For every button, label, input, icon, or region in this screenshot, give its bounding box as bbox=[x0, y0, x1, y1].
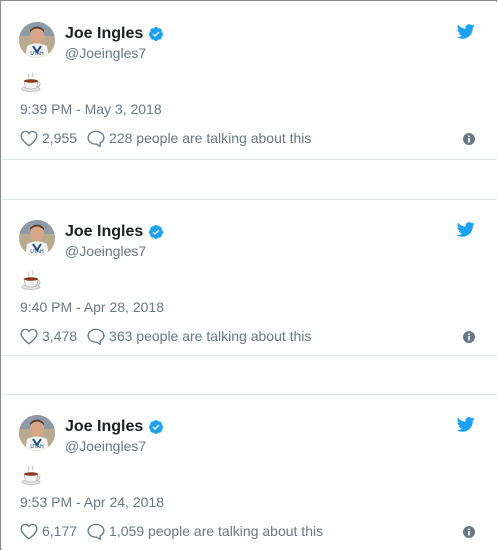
svg-text:UTAH: UTAH bbox=[30, 444, 44, 450]
author-handle[interactable]: @Joeingles7 bbox=[65, 243, 146, 259]
author-name[interactable]: Joe Ingles bbox=[65, 418, 143, 436]
tweet-actions: 6,177 1,059 people are talking about thi… bbox=[20, 521, 323, 541]
like-count: 6,177 bbox=[42, 523, 78, 539]
tweet-timestamp[interactable]: 9:53 PM - Apr 24, 2018 bbox=[20, 494, 164, 510]
speech-bubble-icon bbox=[87, 328, 105, 345]
tweet-actions: 3,478 363 people are talking about this bbox=[20, 326, 311, 346]
author-name[interactable]: Joe Ingles bbox=[65, 25, 143, 43]
tweet-timestamp[interactable]: 9:39 PM - May 3, 2018 bbox=[20, 101, 162, 117]
coffee-cup-emoji bbox=[20, 269, 42, 291]
talking-count: 228 people are talking about this bbox=[109, 130, 312, 146]
speech-bubble-icon bbox=[87, 130, 105, 147]
like-count: 3,478 bbox=[42, 328, 78, 344]
author-name-row[interactable]: Joe Ingles bbox=[65, 417, 164, 437]
heart-icon bbox=[20, 523, 38, 540]
coffee-cup-emoji bbox=[20, 71, 42, 93]
tweet-embed-frame: UTAH Joe Ingles @Joeingles7 9:39 PM - Ma… bbox=[0, 0, 497, 550]
like-button[interactable]: 2,955 bbox=[20, 130, 77, 147]
twitter-bird-icon[interactable] bbox=[456, 222, 475, 237]
coffee-cup-emoji bbox=[20, 464, 42, 486]
svg-text:UTAH: UTAH bbox=[30, 249, 44, 255]
talking-count: 363 people are talking about this bbox=[109, 328, 312, 344]
author-name-row[interactable]: Joe Ingles bbox=[65, 222, 164, 242]
author-handle[interactable]: @Joeingles7 bbox=[65, 45, 146, 61]
verified-badge-icon bbox=[148, 224, 164, 240]
author-name-row[interactable]: Joe Ingles bbox=[65, 24, 164, 44]
like-count: 2,955 bbox=[42, 130, 78, 146]
verified-badge-icon bbox=[148, 419, 164, 435]
svg-text:UTAH: UTAH bbox=[30, 51, 44, 57]
info-icon[interactable] bbox=[463, 525, 475, 538]
avatar[interactable]: UTAH bbox=[19, 220, 55, 256]
verified-badge-icon bbox=[148, 26, 164, 42]
heart-icon bbox=[20, 328, 38, 345]
tweet-card[interactable]: UTAH Joe Ingles @Joeingles7 9:40 PM - Ap… bbox=[2, 199, 497, 356]
like-button[interactable]: 6,177 bbox=[20, 523, 77, 540]
reply-button[interactable]: 363 people are talking about this bbox=[87, 328, 311, 345]
tweet-actions: 2,955 228 people are talking about this bbox=[20, 128, 311, 148]
tweet-card[interactable]: UTAH Joe Ingles @Joeingles7 9:53 PM - Ap… bbox=[2, 394, 497, 550]
heart-icon bbox=[20, 130, 38, 147]
reply-button[interactable]: 228 people are talking about this bbox=[87, 130, 311, 147]
author-name[interactable]: Joe Ingles bbox=[65, 223, 143, 241]
speech-bubble-icon bbox=[87, 523, 105, 540]
tweet-separator bbox=[2, 159, 497, 199]
info-icon[interactable] bbox=[463, 132, 475, 145]
talking-count: 1,059 people are talking about this bbox=[109, 523, 324, 539]
like-button[interactable]: 3,478 bbox=[20, 328, 77, 345]
twitter-bird-icon[interactable] bbox=[456, 24, 475, 39]
avatar[interactable]: UTAH bbox=[19, 22, 55, 58]
tweet-separator bbox=[2, 355, 497, 394]
twitter-bird-icon[interactable] bbox=[456, 417, 475, 432]
tweet-timestamp[interactable]: 9:40 PM - Apr 28, 2018 bbox=[20, 299, 164, 315]
author-handle[interactable]: @Joeingles7 bbox=[65, 438, 146, 454]
reply-button[interactable]: 1,059 people are talking about this bbox=[87, 523, 323, 540]
tweet-card[interactable]: UTAH Joe Ingles @Joeingles7 9:39 PM - Ma… bbox=[2, 2, 497, 159]
info-icon[interactable] bbox=[463, 330, 475, 343]
avatar[interactable]: UTAH bbox=[19, 415, 55, 451]
